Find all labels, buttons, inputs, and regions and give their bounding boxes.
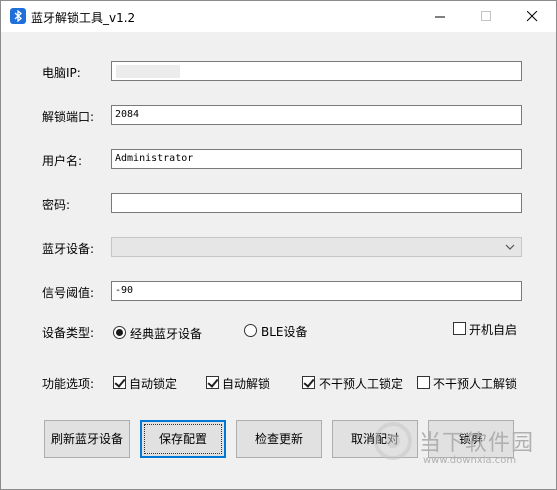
radio-ble-label: BLE设备 xyxy=(261,325,308,339)
no-manual-lock-label: 不干预人工锁定 xyxy=(319,377,404,391)
ip-label: 电脑IP: xyxy=(42,66,81,80)
app-window: 蓝牙解锁工具_v1.2 电脑IP: 解锁端口: 2084 用户名: Admini… xyxy=(0,0,557,490)
port-label: 解锁端口: xyxy=(42,110,95,124)
title-bar[interactable]: 蓝牙解锁工具_v1.2 xyxy=(1,1,556,32)
no-manual-unlock-label: 不干预人工解锁 xyxy=(433,377,518,391)
checkbox-autostart[interactable] xyxy=(453,322,466,335)
watermark-url: www.downxia.com xyxy=(423,455,517,466)
options-label: 功能选项: xyxy=(42,377,95,391)
minimize-button[interactable] xyxy=(418,1,464,32)
checkbox-no-manual-unlock[interactable] xyxy=(417,376,430,389)
minimize-icon xyxy=(435,16,445,18)
threshold-label: 信号阈值: xyxy=(42,286,95,300)
refresh-devices-button[interactable]: 刷新蓝牙设备 xyxy=(44,420,130,458)
checkbox-autostart-label: 开机自启 xyxy=(469,323,518,337)
check-update-button[interactable]: 检查更新 xyxy=(236,420,322,458)
password-label: 密码: xyxy=(42,198,71,212)
auto-unlock-label: 自动解锁 xyxy=(222,377,271,391)
bluetooth-icon xyxy=(10,8,26,24)
maximize-icon xyxy=(481,11,491,21)
auto-lock-label: 自动锁定 xyxy=(129,377,178,391)
save-config-button[interactable]: 保存配置 xyxy=(140,420,226,458)
watermark-text: 当下软件园 xyxy=(419,431,535,456)
device-select[interactable] xyxy=(111,237,522,257)
ip-field[interactable] xyxy=(111,61,522,81)
radio-ble[interactable] xyxy=(244,324,257,337)
form-area: 电脑IP: 解锁端口: 2084 用户名: Administrator 密码: … xyxy=(1,32,556,489)
username-field[interactable]: Administrator xyxy=(111,149,522,169)
device-label: 蓝牙设备: xyxy=(42,242,95,256)
chevron-down-icon xyxy=(505,244,515,250)
radio-classic-bluetooth[interactable] xyxy=(113,326,126,339)
port-field[interactable]: 2084 xyxy=(111,105,522,125)
checkbox-no-manual-lock[interactable] xyxy=(302,376,315,389)
close-button[interactable] xyxy=(510,1,556,32)
close-icon xyxy=(527,11,538,22)
username-label: 用户名: xyxy=(42,154,83,168)
checkbox-auto-unlock[interactable] xyxy=(206,376,219,389)
device-type-label: 设备类型: xyxy=(42,326,95,340)
ip-redacted-mask xyxy=(116,65,180,78)
maximize-button xyxy=(464,1,510,32)
watermark-logo-icon xyxy=(374,422,412,460)
checkbox-auto-lock[interactable] xyxy=(113,376,126,389)
password-field[interactable] xyxy=(111,193,522,213)
radio-classic-label: 经典蓝牙设备 xyxy=(130,327,203,341)
threshold-field[interactable]: -90 xyxy=(111,281,522,301)
window-title: 蓝牙解锁工具_v1.2 xyxy=(31,11,136,25)
